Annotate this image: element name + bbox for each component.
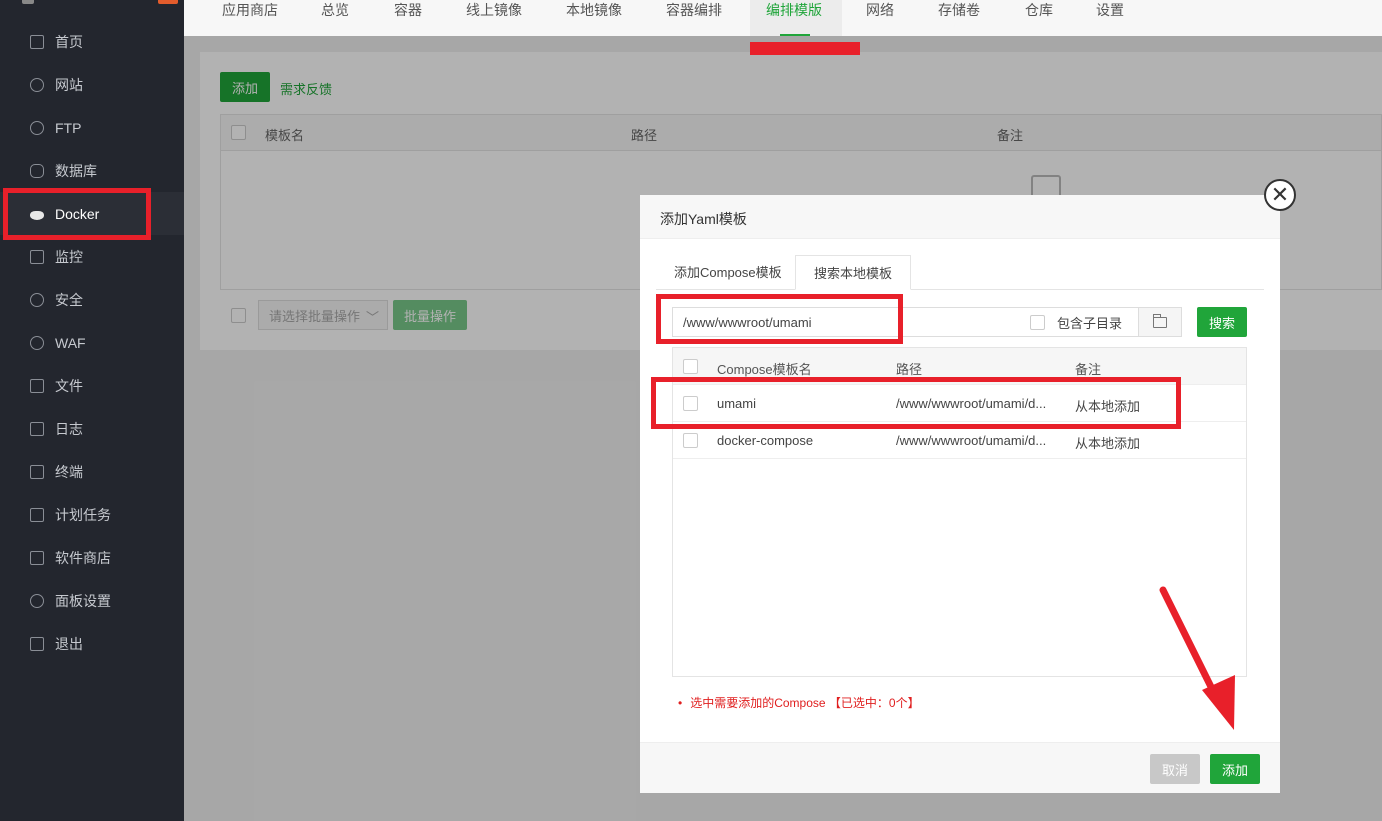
sidebar-item-label: Docker [55,205,100,222]
gear-icon [30,593,44,608]
tab-search-local-template[interactable]: 搜索本地模板 [795,255,912,290]
folder-icon [1153,313,1167,328]
include-subdir-checkbox[interactable] [1030,314,1045,330]
row-checkbox[interactable] [683,433,698,448]
dialog-footer: 取消 添加 [640,742,1280,793]
tab-online-images[interactable]: 线上镜像 [466,0,522,36]
sidebar-item-monitor[interactable]: 监控 [0,235,184,278]
sidebar-item-label: 首页 [55,33,83,50]
waf-shield-icon [30,335,44,350]
cancel-button[interactable]: 取消 [1150,754,1200,784]
logout-icon [30,636,44,651]
template-path: /www/wwwroot/umami/d... [896,396,1047,411]
sidebar-item-logs[interactable]: 日志 [0,407,184,450]
tab-templates-label: 编排模版 [766,2,822,18]
sidebar-item-label: 数据库 [55,162,97,179]
table-row[interactable]: docker-compose /www/wwwroot/umami/d... 从… [673,422,1246,459]
include-subdir-label: 包含子目录 [1057,315,1123,331]
tab-settings[interactable]: 设置 [1096,0,1124,36]
sidebar-item-label: 面板设置 [55,592,111,609]
sidebar-item-label: 安全 [55,291,83,308]
template-note: 从本地添加 [1075,436,1141,451]
tab-add-compose-template[interactable]: 添加Compose模板 [656,255,800,290]
tab-app-store[interactable]: 应用商店 [222,0,278,36]
sidebar-item-label: 计划任务 [55,506,111,523]
sidebar-item-label: 软件商店 [55,549,111,566]
logo [22,0,34,4]
sidebar-item-files[interactable]: 文件 [0,364,184,407]
sidebar-item-security[interactable]: 安全 [0,278,184,321]
sidebar-item-docker[interactable]: Docker [0,192,184,235]
sidebar-item-label: WAF [55,334,86,351]
column-header: Compose模板名 [717,362,812,377]
compose-template-table: Compose模板名 路径 备注 umami /www/wwwroot/umam… [672,347,1247,677]
sidebar-item-label: 文件 [55,377,83,394]
sidebar-item-waf[interactable]: WAF [0,321,184,364]
sidebar-item-logout[interactable]: 退出 [0,622,184,665]
sidebar-item-appstore[interactable]: 软件商店 [0,536,184,579]
home-icon [30,34,44,49]
apps-grid-icon [30,550,44,565]
table-row[interactable]: umami /www/wwwroot/umami/d... 从本地添加 [673,385,1246,422]
sidebar-item-home[interactable]: 首页 [0,20,184,63]
log-icon [30,421,44,436]
template-path: /www/wwwroot/umami/d... [896,433,1047,448]
tab-volumes[interactable]: 存储卷 [938,0,980,36]
sidebar-item-cron[interactable]: 计划任务 [0,493,184,536]
table-header: Compose模板名 路径 备注 [673,348,1246,385]
select-all-checkbox[interactable] [683,359,698,374]
dialog-header: 添加Yaml模板 [640,195,1280,239]
sidebar-item-label: 终端 [55,463,83,480]
template-note: 从本地添加 [1075,399,1141,414]
terminal-icon [30,464,44,479]
search-button[interactable]: 搜索 [1197,307,1247,337]
sidebar-item-ftp[interactable]: FTP [0,106,184,149]
selection-hint-text: 选中需要添加的Compose 【已选中：0个】 [690,696,920,710]
sidebar-item-website[interactable]: 网站 [0,63,184,106]
calendar-icon [30,507,44,522]
folder-icon [30,378,44,393]
tab-compose[interactable]: 容器编排 [666,0,722,36]
sidebar: 首页 网站 FTP 数据库 Docker 监控 安全 WAF 文件 日志 终端 [0,0,184,821]
tab-registry[interactable]: 仓库 [1025,0,1053,36]
confirm-add-button[interactable]: 添加 [1210,754,1260,784]
sidebar-item-label: 日志 [55,420,83,437]
column-header: 路径 [896,362,923,377]
tab-network[interactable]: 网络 [866,0,894,36]
column-header: 备注 [1075,362,1102,377]
notification-badge [158,0,178,4]
sidebar-item-settings[interactable]: 面板设置 [0,579,184,622]
globe-icon [30,77,44,92]
sidebar-item-database[interactable]: 数据库 [0,149,184,192]
docker-tab-bar: 应用商店 总览 容器 线上镜像 本地镜像 容器编排 编排模版 网络 存储卷 仓库… [184,0,1382,36]
tab-containers[interactable]: 容器 [394,0,422,36]
selection-hint: • 选中需要添加的Compose 【已选中：0个】 [678,694,920,711]
dialog-title: 添加Yaml模板 [660,211,747,227]
tab-templates[interactable]: 编排模版 [750,0,842,36]
include-subdir-option[interactable]: 包含子目录 [1030,308,1122,336]
tab-local-images[interactable]: 本地镜像 [566,0,622,36]
monitor-icon [30,249,44,264]
sidebar-item-label: 监控 [55,248,83,265]
bullet-icon: • [678,696,683,710]
ftp-globe-icon [30,120,44,135]
database-icon [30,163,44,178]
shield-icon [30,292,44,307]
sidebar-item-label: FTP [55,119,82,136]
row-checkbox[interactable] [683,396,698,411]
docker-whale-icon [30,210,44,220]
template-name: docker-compose [717,433,814,448]
browse-folder-button[interactable] [1138,307,1182,337]
sidebar-item-terminal[interactable]: 终端 [0,450,184,493]
sidebar-item-label: 退出 [55,635,83,652]
dialog-tabs: 添加Compose模板 搜索本地模板 [656,255,1264,290]
close-icon[interactable]: ✕ [1264,179,1296,211]
template-name: umami [717,396,757,411]
sidebar-item-label: 网站 [55,76,83,93]
tab-overview[interactable]: 总览 [321,0,349,36]
